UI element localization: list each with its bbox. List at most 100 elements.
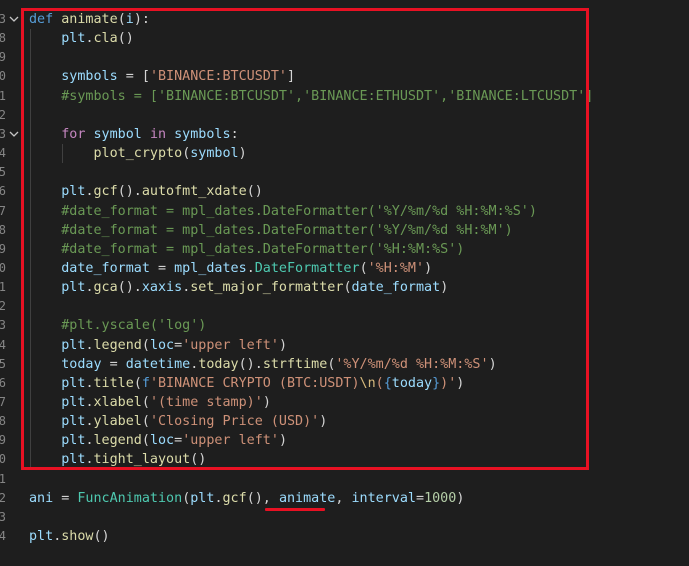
code-token: { [383,375,392,391]
code-text: #date_format = mpl_dates.DateFormatter('… [29,240,464,259]
line-number: 1 [0,88,6,103]
code-line[interactable]: 2 [0,106,689,125]
code-token: xaxis [141,280,183,296]
line-number: 0 [0,452,6,467]
code-line[interactable]: 0 date_format = mpl_dates.DateFormatter(… [0,259,689,278]
code-text: plt.xlabel('(time stamp)') [29,393,271,412]
code-text: plt.gca().xaxis.set_major_formatter(date… [29,278,448,297]
code-token: #date_format = mpl_dates.DateFormatter('… [61,203,537,219]
code-token: . [85,395,94,410]
code-token: ): [133,12,150,27]
code-line[interactable]: 3 #plt.yscale('log') [0,316,689,335]
fold-chevron-icon[interactable] [9,125,23,144]
code-line[interactable]: 5 [0,163,689,182]
code-line[interactable]: 8 plt.ylabel('Closing Price (USD)') [0,412,689,431]
code-token: ( [141,433,150,449]
code-token: plt [61,395,86,410]
code-text: #date_format = mpl_dates.DateFormatter('… [29,221,513,240]
code-line[interactable]: 7 #date_format = mpl_dates.DateFormatter… [0,202,689,221]
code-text: symbols = ['BINANCE:BTCUSDT'] [29,67,295,86]
indent-guide [30,29,31,470]
code-token: gcf [93,184,118,200]
code-token: ( [359,260,368,276]
code-token: plt [61,414,86,430]
line-number: 7 [0,395,6,409]
code-token: (). [117,280,142,296]
code-line[interactable]: 2 [0,297,689,316]
code-token: = [101,356,126,372]
line-number: 3 [0,509,6,524]
code-editor[interactable]: 3 def animate(i): 8 plt.cla() 9 0 symbols = … [0,0,689,566]
code-line[interactable]: 4 plt.legend(loc='upper left') [0,336,689,355]
code-token: ( [141,414,150,430]
line-number: 2 [0,107,6,122]
code-token: . [85,337,94,353]
code-text: plt.title(f'BINANCE CRYPTO (BTC:USDT)\n(… [29,374,464,393]
code-token: \n [359,375,376,391]
code-token: today [391,375,433,391]
code-line[interactable]: 6 plt.gcf().autofmt_xdate() [0,182,689,201]
code-token: = [53,490,78,506]
code-line[interactable]: 8 #date_format = mpl_dates.DateFormatter… [0,221,689,240]
code-token: plot_crypto [93,146,183,162]
code-token: ylabel [93,414,142,430]
code-token: ) [456,375,465,391]
code-token: . [246,260,255,276]
code-line[interactable]: 7 plt.xlabel('(time stamp)') [0,393,689,412]
code-token: title [93,375,134,391]
line-number: 3 [0,12,6,26]
code-token: ( [141,337,150,353]
code-line[interactable]: 1 [0,470,689,489]
code-line[interactable]: 9 #date_format = mpl_dates.DateFormatter… [0,240,689,259]
code-token: #date_format = mpl_dates.DateFormatter('… [61,222,513,238]
code-token: DateFormatter [254,260,360,276]
line-number: 4 [0,146,6,161]
code-token: symbol [93,126,142,142]
code-token: ) [440,280,449,296]
code-text: for symbol in symbols: [29,125,238,144]
line-number: 6 [0,375,6,390]
code-token: . [214,490,223,506]
line-number: 8 [0,31,6,46]
code-token: cla [93,31,118,47]
code-line[interactable]: 1 #symbols = ['BINANCE:BTCUSDT','BINANCE… [0,87,689,106]
code-line[interactable]: 9 plt.legend(loc='upper left') [0,431,689,450]
code-line[interactable]: 0 plt.tight_layout() [0,450,689,469]
code-text: plt.gcf().autofmt_xdate() [29,182,263,201]
code-line[interactable]: 0 symbols = ['BINANCE:BTCUSDT'] [0,67,689,86]
code-line[interactable]: 3 for symbol in symbols: [0,125,689,144]
code-line[interactable]: 4 plt.show() [0,527,689,546]
code-token: plt [61,337,86,353]
code-line[interactable]: 4 plot_crypto(symbol) [0,144,689,163]
code-line[interactable]: 3 [0,508,689,527]
code-token: ani [29,490,54,506]
code-token: ) [278,433,287,449]
code-token: = [416,490,425,506]
code-line[interactable]: 6 plt.title(f'BINANCE CRYPTO (BTC:USDT)\… [0,374,689,393]
code-line[interactable]: 1 plt.gca().xaxis.set_major_formatter(da… [0,278,689,297]
code-token: ] [287,69,296,85]
code-line[interactable]: 8 plt.cla() [0,29,689,48]
code-line[interactable]: 3 def animate(i): [0,10,689,29]
code-token: . [85,31,94,47]
fold-chevron-icon[interactable] [9,10,23,29]
code-token: 1000 [424,490,457,506]
code-line[interactable]: 9 [0,48,689,67]
code-line[interactable]: 5 today = datetime.today().strftime('%Y/… [0,355,689,374]
code-line[interactable]: 2 ani = FuncAnimation(plt.gcf(), animate,… [0,489,689,508]
line-number: 1 [0,280,6,295]
code-token: 'Closing Price (USD)' [149,414,320,430]
code-token: tight_layout [93,452,191,468]
line-number: 3 [0,126,6,141]
